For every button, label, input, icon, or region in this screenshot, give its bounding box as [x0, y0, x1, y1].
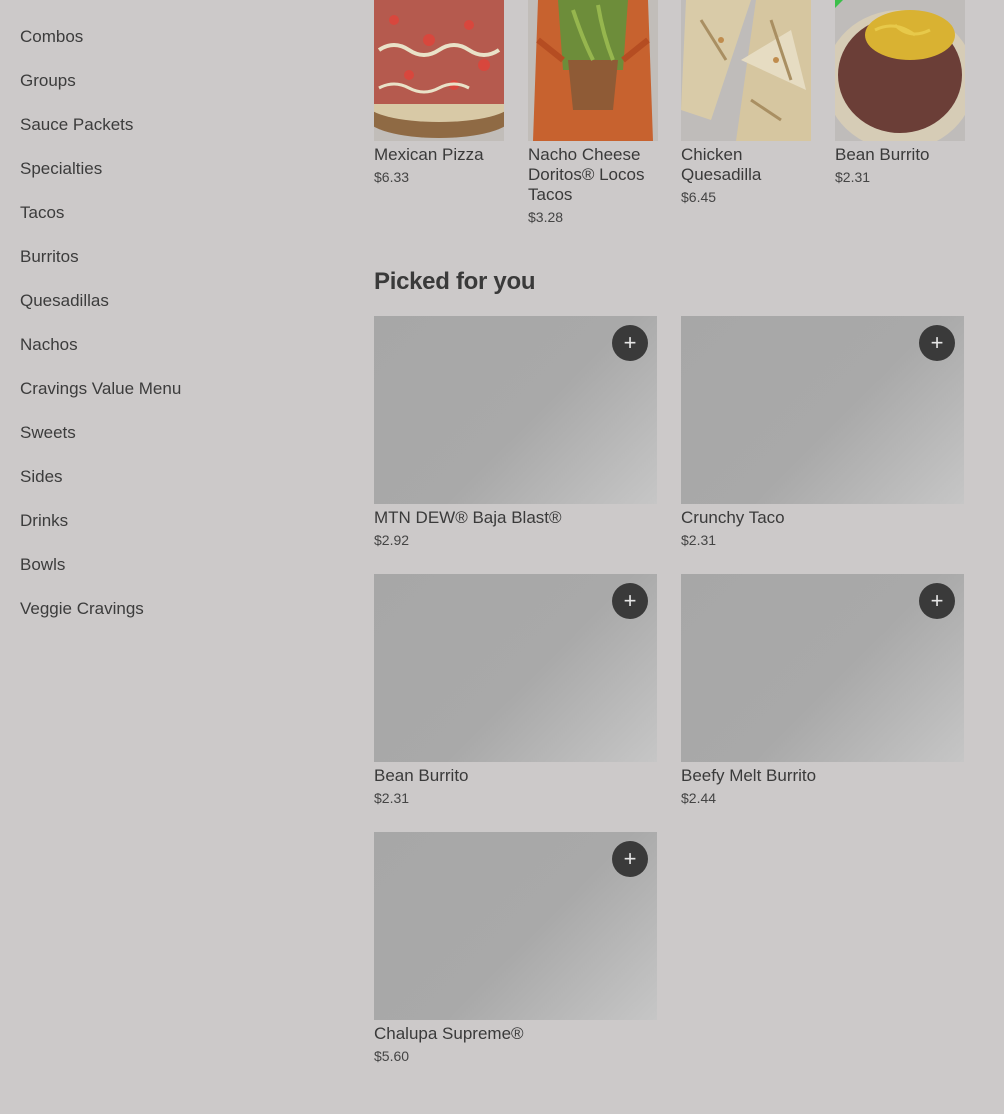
- doritos-locos-tacos-image: [528, 0, 658, 141]
- sidebar-item-nachos[interactable]: Nachos: [20, 323, 340, 367]
- add-to-cart-button[interactable]: +: [919, 325, 955, 361]
- sidebar-item-quesadillas[interactable]: Quesadillas: [20, 279, 340, 323]
- sidebar-item-veggie-cravings[interactable]: Veggie Cravings: [20, 587, 340, 631]
- menu-item-name: Nacho Cheese Doritos® Locos Tacos: [528, 145, 645, 204]
- menu-item-image-placeholder: +: [681, 574, 964, 762]
- add-to-cart-button[interactable]: +: [919, 583, 955, 619]
- category-sidebar: Combos Groups Sauce Packets Specialties …: [20, 15, 340, 631]
- menu-item-price: $2.31: [835, 169, 871, 185]
- sidebar-item-combos[interactable]: Combos: [20, 15, 340, 59]
- menu-item-name: Bean Burrito: [835, 145, 930, 164]
- menu-item-card[interactable]: + Chalupa Supreme® $5.60: [374, 832, 657, 1065]
- chicken-quesadilla-image: [681, 0, 811, 141]
- menu-item-card[interactable]: + MTN DEW® Baja Blast® $2.92: [374, 316, 657, 549]
- sidebar-item-sweets[interactable]: Sweets: [20, 411, 340, 455]
- menu-item-image-placeholder: +: [681, 316, 964, 504]
- add-to-cart-button[interactable]: +: [612, 583, 648, 619]
- sidebar-item-groups[interactable]: Groups: [20, 59, 340, 103]
- menu-item-name: Chicken Quesadilla: [681, 145, 762, 184]
- menu-item-card[interactable]: Bean Burrito $2.31: [835, 0, 965, 186]
- menu-item-name: Chalupa Supreme®: [374, 1024, 524, 1043]
- menu-item-name: Crunchy Taco: [681, 508, 785, 527]
- menu-item-price: $2.31: [681, 532, 717, 548]
- menu-item-name: Beefy Melt Burrito: [681, 766, 817, 785]
- menu-item-price: $6.45: [681, 189, 717, 205]
- menu-item-price: $2.92: [374, 532, 410, 548]
- sidebar-item-bowls[interactable]: Bowls: [20, 543, 340, 587]
- sidebar-item-drinks[interactable]: Drinks: [20, 499, 340, 543]
- menu-item-name: Mexican Pizza: [374, 145, 484, 164]
- sidebar-item-cravings-value-menu[interactable]: Cravings Value Menu: [20, 367, 340, 411]
- menu-item-card[interactable]: + Bean Burrito $2.31: [374, 574, 657, 807]
- menu-item-image-placeholder: +: [374, 574, 657, 762]
- menu-item-name: MTN DEW® Baja Blast®: [374, 508, 562, 527]
- sidebar-item-sides[interactable]: Sides: [20, 455, 340, 499]
- picked-for-you-heading: Picked for you: [374, 268, 536, 295]
- menu-item-price: $2.44: [681, 790, 717, 806]
- menu-item-image-placeholder: +: [374, 832, 657, 1020]
- menu-item-card[interactable]: + Crunchy Taco $2.31: [681, 316, 964, 549]
- menu-item-price: $5.60: [374, 1048, 410, 1064]
- sidebar-item-specialties[interactable]: Specialties: [20, 147, 340, 191]
- menu-item-price: $2.31: [374, 790, 410, 806]
- menu-item-price: $6.33: [374, 169, 410, 185]
- menu-item-card[interactable]: + Beefy Melt Burrito $2.44: [681, 574, 964, 807]
- bean-burrito-image: [835, 0, 965, 141]
- mexican-pizza-image: [374, 0, 504, 141]
- menu-item-image-placeholder: +: [374, 316, 657, 504]
- menu-item-card[interactable]: Nacho Cheese Doritos® Locos Tacos $3.28: [528, 0, 658, 226]
- featured-items-row: Mexican Pizza $6.33 Nacho Cheese Doritos…: [374, 0, 1004, 240]
- menu-item-name: Bean Burrito: [374, 766, 469, 785]
- add-to-cart-button[interactable]: +: [612, 325, 648, 361]
- menu-item-card[interactable]: Chicken Quesadilla $6.45: [681, 0, 811, 206]
- menu-item-card[interactable]: Mexican Pizza $6.33: [374, 0, 504, 186]
- menu-item-price: $3.28: [528, 209, 564, 225]
- sidebar-item-sauce-packets[interactable]: Sauce Packets: [20, 103, 340, 147]
- sidebar-item-tacos[interactable]: Tacos: [20, 191, 340, 235]
- add-to-cart-button[interactable]: +: [612, 841, 648, 877]
- sidebar-item-burritos[interactable]: Burritos: [20, 235, 340, 279]
